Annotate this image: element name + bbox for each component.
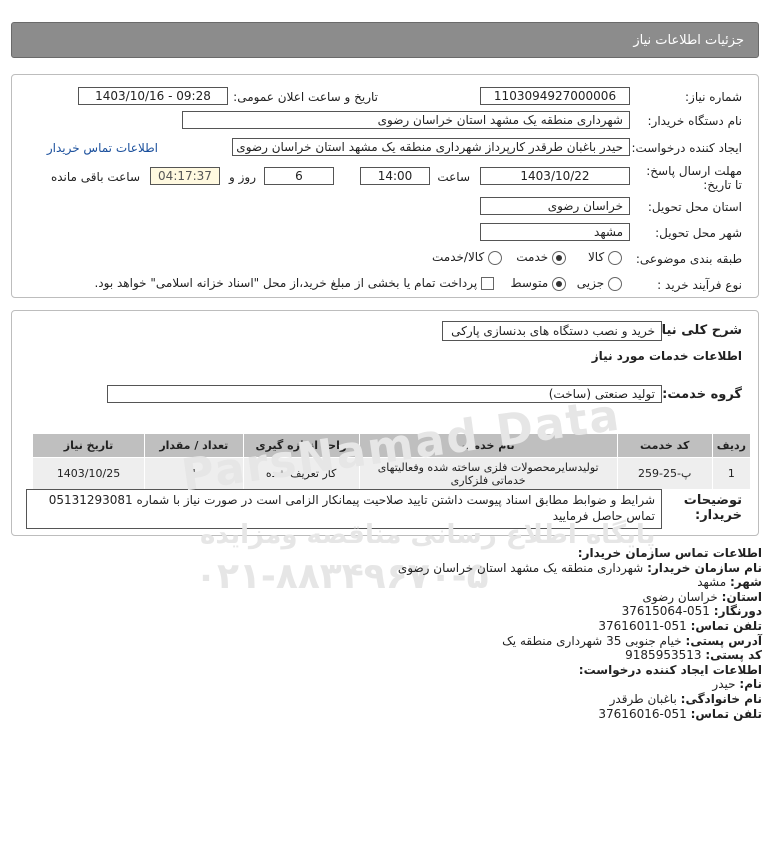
category-goods-service-radio[interactable] (488, 250, 502, 265)
need-details-panel: شرح کلی نیاز: خرید و نصب دستگاه های بدنس… (11, 310, 759, 536)
category-goods-radio[interactable] (608, 250, 622, 265)
process-minor-radio[interactable] (608, 276, 622, 291)
contact-section: اطلاعات تماس سازمان خریدار: نام سازمان خ… (397, 546, 762, 721)
contact-fax: 051-37615064 (621, 604, 710, 619)
contact-province: خراسان رضوی (642, 589, 718, 604)
announce-label: تاریخ و ساعت اعلان عمومی: (233, 90, 378, 104)
province-field: خراسان رضوی (480, 197, 630, 215)
deadline-time-label: ساعت (437, 170, 470, 184)
buyer-notes-label: توضیحات خریدار: (683, 493, 742, 523)
remaining-time-field: 04:17:37 (150, 167, 220, 185)
cell-service-name: تولیدسایرمحصولات فلزی ساخته شده وفعالیته… (358, 457, 618, 490)
service-group-label: گروه خدمت: (662, 387, 742, 402)
creator-contact-heading: اطلاعات ایجاد کننده درخواست: (578, 662, 762, 677)
contact-phone: 051-37616011 (598, 618, 687, 633)
buyer-label: نام دستگاه خریدار: (647, 114, 743, 128)
buyer-notes-field: شرایط و ضوابط مطابق اسناد پیوست داشتن تا… (26, 489, 662, 529)
city-label: شهر محل تحویل: (655, 226, 742, 240)
province-label: استان محل تحویل: (647, 200, 742, 214)
col-quantity: تعداد / مقدار (144, 433, 244, 458)
days-label: روز و (229, 170, 256, 184)
process-label: نوع فرآیند خرید : (657, 278, 742, 292)
need-number-field: 1103094927000006 (480, 87, 630, 105)
contact-buyer-name: شهرداری منطقه یک مشهد استان خراسان رضوی (397, 560, 644, 575)
process-option-minor[interactable]: جزیی (577, 276, 622, 291)
buyer-field: شهرداری منطقه یک مشهد استان خراسان رضوی (182, 111, 630, 129)
cell-quantity: 1 (144, 457, 244, 490)
col-need-date: تاریخ نیاز (31, 433, 146, 458)
category-option-service[interactable]: خدمت (516, 250, 566, 265)
announce-datetime-field: 1403/10/16 - 09:28 (78, 87, 228, 105)
deadline-date-field: 1403/10/22 (480, 167, 630, 185)
need-info-panel: شماره نیاز: 1103094927000006 تاریخ و ساع… (11, 74, 759, 298)
remaining-label: ساعت باقی مانده (50, 170, 140, 184)
treasury-payment-checkbox[interactable] (481, 277, 494, 290)
process-option-medium[interactable]: متوسط (510, 276, 566, 291)
category-option-goods-service[interactable]: کالا/خدمت (432, 250, 502, 265)
buyer-contact-link[interactable]: اطلاعات تماس خریدار (47, 141, 158, 155)
org-contact-heading: اطلاعات تماس سازمان خریدار: (577, 546, 762, 560)
page-header: جزئیات اطلاعات نیاز (11, 22, 759, 58)
contact-first-name: حیدر (712, 677, 736, 692)
category-label: طبقه بندی موضوعی: (635, 252, 742, 266)
deadline-label: مهلت ارسال پاسخ: تا تاریخ: (646, 164, 742, 192)
services-table-header: ردیف کد خدمت نام خدمت واحد اندازه گیری ت… (31, 433, 752, 458)
deadline-time-field: 14:00 (360, 167, 430, 185)
contact-last-name: باغبان طرقدر (609, 691, 677, 706)
cell-row: 1 (711, 457, 752, 490)
category-service-radio[interactable] (552, 250, 566, 265)
services-heading: اطلاعات خدمات مورد نیاز (591, 349, 742, 363)
service-group-field: تولید صنعتی (ساخت) (107, 385, 662, 403)
services-table: ردیف کد خدمت نام خدمت واحد اندازه گیری ت… (31, 433, 752, 490)
creator-field: حیدر باغبان طرقدر کارپرداز شهرداری منطقه… (232, 138, 630, 156)
col-service-name: نام خدمت (358, 433, 618, 458)
contact-city: مشهد (697, 575, 727, 590)
col-unit: واحد اندازه گیری (242, 433, 360, 458)
contact-postal: 9185953513 (625, 648, 702, 663)
cell-service-code: پ-25-259 (616, 457, 713, 490)
summary-label: شرح کلی نیاز: (648, 323, 742, 338)
process-medium-radio[interactable] (552, 276, 566, 291)
table-row: 1 پ-25-259 تولیدسایرمحصولات فلزی ساخته ش… (31, 457, 752, 490)
treasury-payment-note: پرداخت تمام یا بخشی از مبلغ خرید،از محل … (94, 276, 478, 290)
contact-creator-phone: 051-37616016 (598, 706, 687, 721)
cell-need-date: 1403/10/25 (31, 457, 146, 490)
cell-unit: کار تعریف شده (242, 457, 360, 490)
category-option-goods[interactable]: کالا (588, 250, 622, 265)
city-field: مشهد (480, 223, 630, 241)
col-service-code: کد خدمت (616, 433, 713, 458)
days-remaining-field: 6 (264, 167, 334, 185)
need-number-label: شماره نیاز: (685, 90, 742, 104)
creator-label: ایجاد کننده درخواست: (631, 141, 742, 155)
page-title: جزئیات اطلاعات نیاز (633, 32, 744, 48)
summary-field: خرید و نصب دستگاه های بدنسازی پارکی (442, 321, 662, 341)
treasury-payment-option[interactable]: پرداخت تمام یا بخشی از مبلغ خرید،از محل … (94, 276, 494, 290)
col-row: ردیف (711, 433, 752, 458)
contact-address: خیام جنوبی 35 شهرداری منطقه یک (502, 633, 682, 648)
